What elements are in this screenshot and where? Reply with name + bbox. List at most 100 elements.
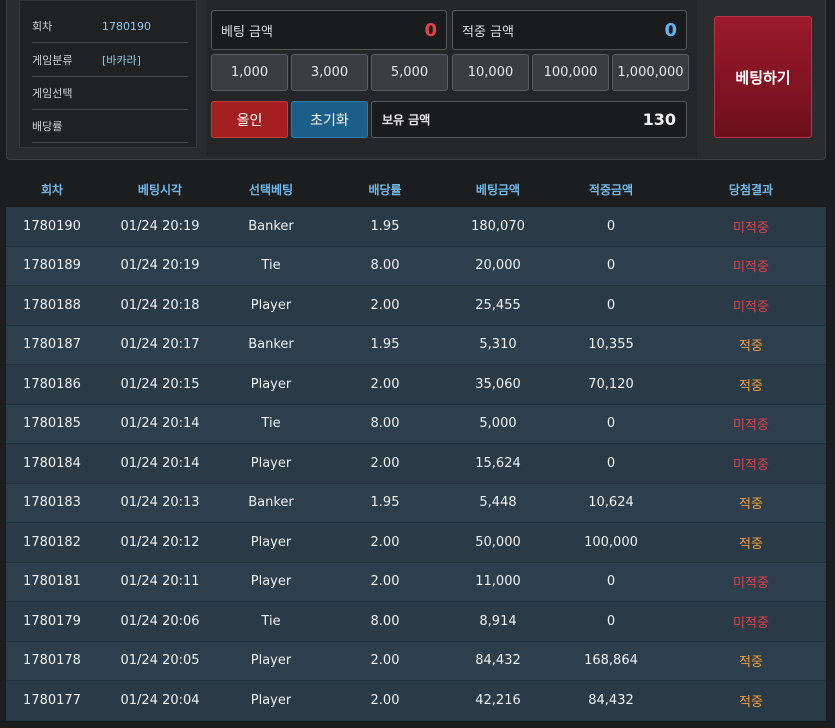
table-row: 1780182 01/24 20:12 Player 2.00 50,000 100,00… bbox=[6, 523, 826, 563]
cell-bet-amount: 5,448 bbox=[479, 495, 517, 511]
cell-win-amount: 168,864 bbox=[584, 653, 638, 669]
info-row-game: 게임선택 bbox=[32, 77, 188, 110]
bet-amount-value: 0 bbox=[424, 19, 437, 41]
cell-bet-amount: 5,310 bbox=[479, 337, 517, 353]
cell-round: 1780182 bbox=[23, 534, 81, 550]
cell-round: 1780187 bbox=[23, 337, 81, 353]
cell-odds: 2.00 bbox=[370, 534, 400, 550]
cell-result: 미적중 bbox=[733, 457, 769, 473]
game-info-box: 회차 1780190 게임분류 [바카라] 게임선택 배당률 bbox=[19, 0, 197, 148]
cell-time: 01/24 20:05 bbox=[120, 653, 200, 669]
cell-win-amount: 0 bbox=[606, 574, 616, 590]
allin-button[interactable]: 올인 bbox=[211, 101, 288, 138]
cell-win-amount: 10,355 bbox=[588, 337, 634, 353]
cell-odds: 8.00 bbox=[370, 613, 400, 629]
table-row: 1780189 01/24 20:19 Tie 8.00 20,000 0 미적중 bbox=[6, 246, 826, 286]
table-row: 1780178 01/24 20:05 Player 2.00 84,432 168,86… bbox=[6, 641, 826, 681]
cell-selection: Player bbox=[250, 297, 292, 313]
table-row: 1780183 01/24 20:13 Banker 1.95 5,448 10,624 적… bbox=[6, 483, 826, 523]
cell-odds: 1.95 bbox=[370, 218, 400, 234]
bet-controls: 베팅 금액 0 적중 금액 0 1,000 3,000 5,000 10,000… bbox=[206, 0, 697, 156]
cell-selection: Player bbox=[250, 574, 292, 590]
cell-round: 1780186 bbox=[23, 376, 81, 392]
cell-time: 01/24 20:17 bbox=[120, 337, 200, 353]
table-row: 1780185 01/24 20:14 Tie 8.00 5,000 0 미적중 bbox=[6, 404, 826, 444]
cell-win-amount: 10,624 bbox=[588, 495, 634, 511]
cell-bet-amount: 11,000 bbox=[475, 574, 521, 590]
chip-1000000-button[interactable]: 1,000,000 bbox=[612, 54, 689, 91]
cell-time: 01/24 20:12 bbox=[120, 534, 200, 550]
cell-round: 1780181 bbox=[23, 574, 81, 590]
cell-result: 미적중 bbox=[733, 576, 769, 592]
cell-result: 미적중 bbox=[733, 220, 769, 236]
cell-time: 01/24 20:14 bbox=[120, 455, 200, 471]
chip-1000-button[interactable]: 1,000 bbox=[211, 54, 288, 91]
cell-odds: 2.00 bbox=[370, 692, 400, 708]
game-label: 게임선택 bbox=[32, 87, 73, 100]
cell-round: 1780188 bbox=[23, 297, 81, 313]
cell-result: 미적중 bbox=[733, 418, 769, 434]
place-bet-button[interactable]: 베팅하기 bbox=[714, 16, 812, 138]
category-value: [바카라] bbox=[102, 54, 141, 67]
cell-round: 1780178 bbox=[23, 653, 81, 669]
cell-bet-amount: 42,216 bbox=[475, 692, 521, 708]
cell-time: 01/24 20:19 bbox=[120, 218, 200, 234]
win-amount-label: 적중 금액 bbox=[462, 24, 514, 40]
reset-button[interactable]: 초기화 bbox=[291, 101, 368, 138]
cell-time: 01/24 20:15 bbox=[120, 376, 200, 392]
category-label: 게임분류 bbox=[32, 54, 73, 67]
cell-bet-amount: 8,914 bbox=[479, 613, 517, 629]
info-row-odds: 배당률 bbox=[32, 110, 188, 143]
cell-odds: 8.00 bbox=[370, 416, 400, 432]
cell-selection: Tie bbox=[261, 416, 281, 432]
cell-round: 1780177 bbox=[23, 692, 81, 708]
cell-time: 01/24 20:11 bbox=[120, 574, 200, 590]
cell-result: 적중 bbox=[739, 497, 763, 513]
table-row: 1780179 01/24 20:06 Tie 8.00 8,914 0 미적중 bbox=[6, 602, 826, 642]
cell-result: 적중 bbox=[739, 694, 763, 710]
bet-amount-box: 베팅 금액 0 bbox=[211, 10, 447, 50]
cell-win-amount: 0 bbox=[606, 416, 616, 432]
cell-odds: 8.00 bbox=[370, 258, 400, 274]
chip-100000-button[interactable]: 100,000 bbox=[532, 54, 609, 91]
cell-round: 1780183 bbox=[23, 495, 81, 511]
cell-odds: 2.00 bbox=[370, 653, 400, 669]
chip-10000-button[interactable]: 10,000 bbox=[452, 54, 529, 91]
table-row: 1780188 01/24 20:18 Player 2.00 25,455 0 미적중 bbox=[6, 286, 826, 326]
cell-selection: Banker bbox=[248, 337, 294, 353]
chip-3000-button[interactable]: 3,000 bbox=[291, 54, 368, 91]
cell-selection: Tie bbox=[261, 613, 281, 629]
header-selection: 선택베팅 bbox=[248, 182, 294, 197]
chip-5000-button[interactable]: 5,000 bbox=[371, 54, 448, 91]
cell-time: 01/24 20:18 bbox=[120, 297, 200, 313]
cell-bet-amount: 20,000 bbox=[475, 258, 521, 274]
cell-odds: 2.00 bbox=[370, 297, 400, 313]
cell-selection: Tie bbox=[261, 258, 281, 274]
table-body: 1780190 01/24 20:19 Banker 1.95 180,070 0 미적중 1… bbox=[6, 207, 826, 721]
header-time: 베팅시각 bbox=[137, 182, 183, 197]
cell-odds: 2.00 bbox=[370, 455, 400, 471]
cell-selection: Player bbox=[250, 376, 292, 392]
cell-win-amount: 0 bbox=[606, 258, 616, 274]
cell-result: 적중 bbox=[739, 378, 763, 394]
cell-round: 1780185 bbox=[23, 416, 81, 432]
cell-time: 01/24 20:14 bbox=[120, 416, 200, 432]
cell-result: 미적중 bbox=[733, 299, 769, 315]
cell-round: 1780190 bbox=[23, 218, 81, 234]
table-row: 1780177 01/24 20:04 Player 2.00 42,216 84,432… bbox=[6, 681, 826, 721]
cell-result: 미적중 bbox=[733, 260, 769, 276]
cell-result: 적중 bbox=[739, 536, 763, 552]
cell-odds: 2.00 bbox=[370, 574, 400, 590]
bet-amount-label: 베팅 금액 bbox=[221, 24, 273, 40]
cell-bet-amount: 15,624 bbox=[475, 455, 521, 471]
cell-win-amount: 0 bbox=[606, 613, 616, 629]
cell-result: 적중 bbox=[739, 655, 763, 671]
cell-odds: 1.95 bbox=[370, 337, 400, 353]
win-amount-value: 0 bbox=[664, 19, 677, 41]
header-win-amount: 적중금액 bbox=[588, 182, 634, 197]
header-result: 당첨결과 bbox=[728, 182, 774, 197]
cell-time: 01/24 20:06 bbox=[120, 613, 200, 629]
betting-panel: 회차 1780190 게임분류 [바카라] 게임선택 배당률 베팅 금액 0 적… bbox=[6, 0, 826, 160]
cell-time: 01/24 20:13 bbox=[120, 495, 200, 511]
table-row: 1780181 01/24 20:11 Player 2.00 11,000 0 미적중 bbox=[6, 562, 826, 602]
